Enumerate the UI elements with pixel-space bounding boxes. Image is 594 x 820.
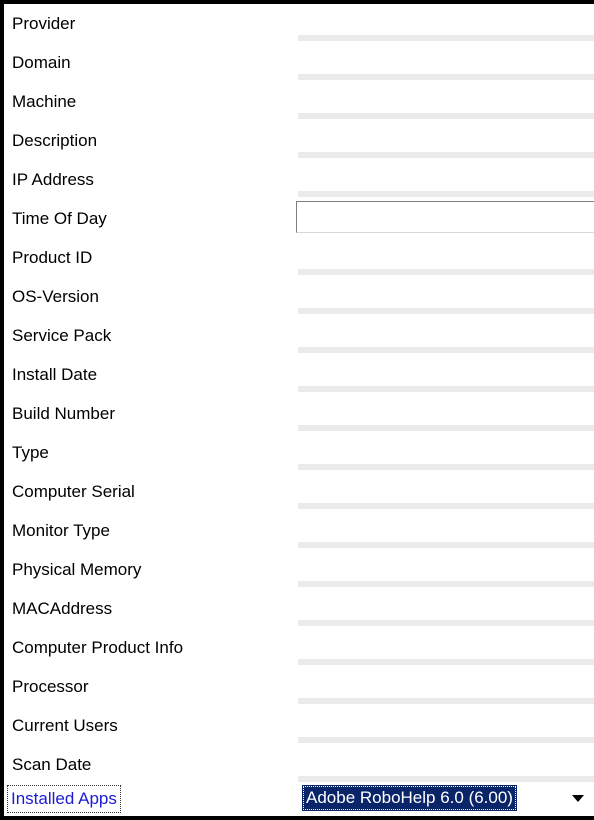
row-separator bbox=[298, 347, 594, 353]
installed-apps-selected-value[interactable]: Adobe RoboHelp 6.0 (6.00) bbox=[302, 785, 517, 811]
property-value[interactable] bbox=[298, 124, 594, 150]
row-separator bbox=[298, 269, 594, 275]
property-value[interactable] bbox=[298, 319, 594, 345]
property-value[interactable] bbox=[298, 241, 594, 267]
property-label: Service Pack bbox=[12, 326, 112, 345]
property-label: IP Address bbox=[12, 170, 94, 189]
property-row-install-date[interactable]: Install Date bbox=[4, 355, 594, 394]
property-row-mac-address[interactable]: MACAddress bbox=[4, 589, 594, 628]
property-row-machine[interactable]: Machine bbox=[4, 82, 594, 121]
property-value[interactable] bbox=[298, 436, 594, 462]
property-row-time-of-day[interactable]: Time Of Day bbox=[4, 199, 594, 238]
row-separator bbox=[298, 35, 594, 41]
property-row-os-version[interactable]: OS-Version bbox=[4, 277, 594, 316]
property-row-build-number[interactable]: Build Number bbox=[4, 394, 594, 433]
row-separator bbox=[298, 542, 594, 548]
property-label: Build Number bbox=[12, 404, 115, 423]
property-row-processor[interactable]: Processor bbox=[4, 667, 594, 706]
property-label: MACAddress bbox=[12, 599, 113, 618]
row-separator bbox=[298, 191, 594, 197]
grid-frame-bottom bbox=[0, 816, 594, 820]
property-value[interactable] bbox=[298, 280, 594, 306]
property-row-type[interactable]: Type bbox=[4, 433, 594, 472]
property-label: Description bbox=[12, 131, 98, 150]
property-value[interactable] bbox=[298, 46, 594, 72]
property-row-provider[interactable]: Provider bbox=[4, 4, 594, 43]
property-value[interactable] bbox=[298, 631, 594, 657]
property-grid: Provider Domain Machine Description IP A… bbox=[0, 0, 594, 820]
property-label: Machine bbox=[12, 92, 77, 111]
property-row-description[interactable]: Description bbox=[4, 121, 594, 160]
row-separator bbox=[298, 425, 594, 431]
property-value[interactable] bbox=[298, 514, 594, 540]
row-separator bbox=[298, 698, 594, 704]
property-label: Physical Memory bbox=[12, 560, 142, 579]
property-label: Processor bbox=[12, 677, 89, 696]
property-label: Type bbox=[12, 443, 49, 462]
property-label: Scan Date bbox=[12, 755, 92, 774]
row-separator bbox=[298, 581, 594, 587]
property-row-physical-memory[interactable]: Physical Memory bbox=[4, 550, 594, 589]
row-separator bbox=[298, 620, 594, 626]
row-separator bbox=[298, 503, 594, 509]
property-row-monitor-type[interactable]: Monitor Type bbox=[4, 511, 594, 550]
property-value[interactable] bbox=[298, 553, 594, 579]
property-value[interactable] bbox=[298, 397, 594, 423]
chevron-down-icon bbox=[572, 795, 584, 802]
row-separator bbox=[298, 386, 594, 392]
property-row-installed-apps[interactable]: Installed Apps Adobe RoboHelp 6.0 (6.00) bbox=[4, 780, 594, 816]
property-label: Provider bbox=[12, 14, 76, 33]
property-value[interactable] bbox=[298, 592, 594, 618]
property-label: Computer Serial bbox=[12, 482, 135, 501]
property-row-computer-product-info[interactable]: Computer Product Info bbox=[4, 628, 594, 667]
property-label: Time Of Day bbox=[12, 209, 107, 228]
property-row-computer-serial[interactable]: Computer Serial bbox=[4, 472, 594, 511]
property-value[interactable] bbox=[298, 748, 594, 774]
installed-apps-dropdown[interactable]: Adobe RoboHelp 6.0 (6.00) bbox=[296, 783, 594, 813]
row-separator bbox=[298, 152, 594, 158]
property-row-product-id[interactable]: Product ID bbox=[4, 238, 594, 277]
property-label: Product ID bbox=[12, 248, 93, 267]
time-of-day-input[interactable] bbox=[296, 201, 594, 233]
row-separator bbox=[298, 737, 594, 743]
row-separator bbox=[298, 464, 594, 470]
dropdown-button[interactable] bbox=[564, 784, 592, 812]
property-label: Current Users bbox=[12, 716, 118, 735]
property-label: Monitor Type bbox=[12, 521, 110, 540]
property-row-scan-date[interactable]: Scan Date bbox=[4, 745, 594, 784]
property-value[interactable] bbox=[298, 85, 594, 111]
property-value[interactable] bbox=[298, 709, 594, 735]
property-label: OS-Version bbox=[12, 287, 99, 306]
property-value[interactable] bbox=[298, 7, 594, 33]
property-value[interactable] bbox=[298, 358, 594, 384]
property-value[interactable] bbox=[298, 163, 594, 189]
property-label: Domain bbox=[12, 53, 71, 72]
row-separator bbox=[298, 659, 594, 665]
property-label-selected: Installed Apps bbox=[7, 785, 121, 813]
property-row-service-pack[interactable]: Service Pack bbox=[4, 316, 594, 355]
property-value[interactable] bbox=[298, 475, 594, 501]
property-label: Computer Product Info bbox=[12, 638, 184, 657]
property-label: Install Date bbox=[12, 365, 98, 384]
property-row-domain[interactable]: Domain bbox=[4, 43, 594, 82]
property-row-current-users[interactable]: Current Users bbox=[4, 706, 594, 745]
row-separator bbox=[298, 308, 594, 314]
row-separator bbox=[298, 74, 594, 80]
row-separator bbox=[298, 113, 594, 119]
property-row-ip-address[interactable]: IP Address bbox=[4, 160, 594, 199]
property-value[interactable] bbox=[298, 670, 594, 696]
